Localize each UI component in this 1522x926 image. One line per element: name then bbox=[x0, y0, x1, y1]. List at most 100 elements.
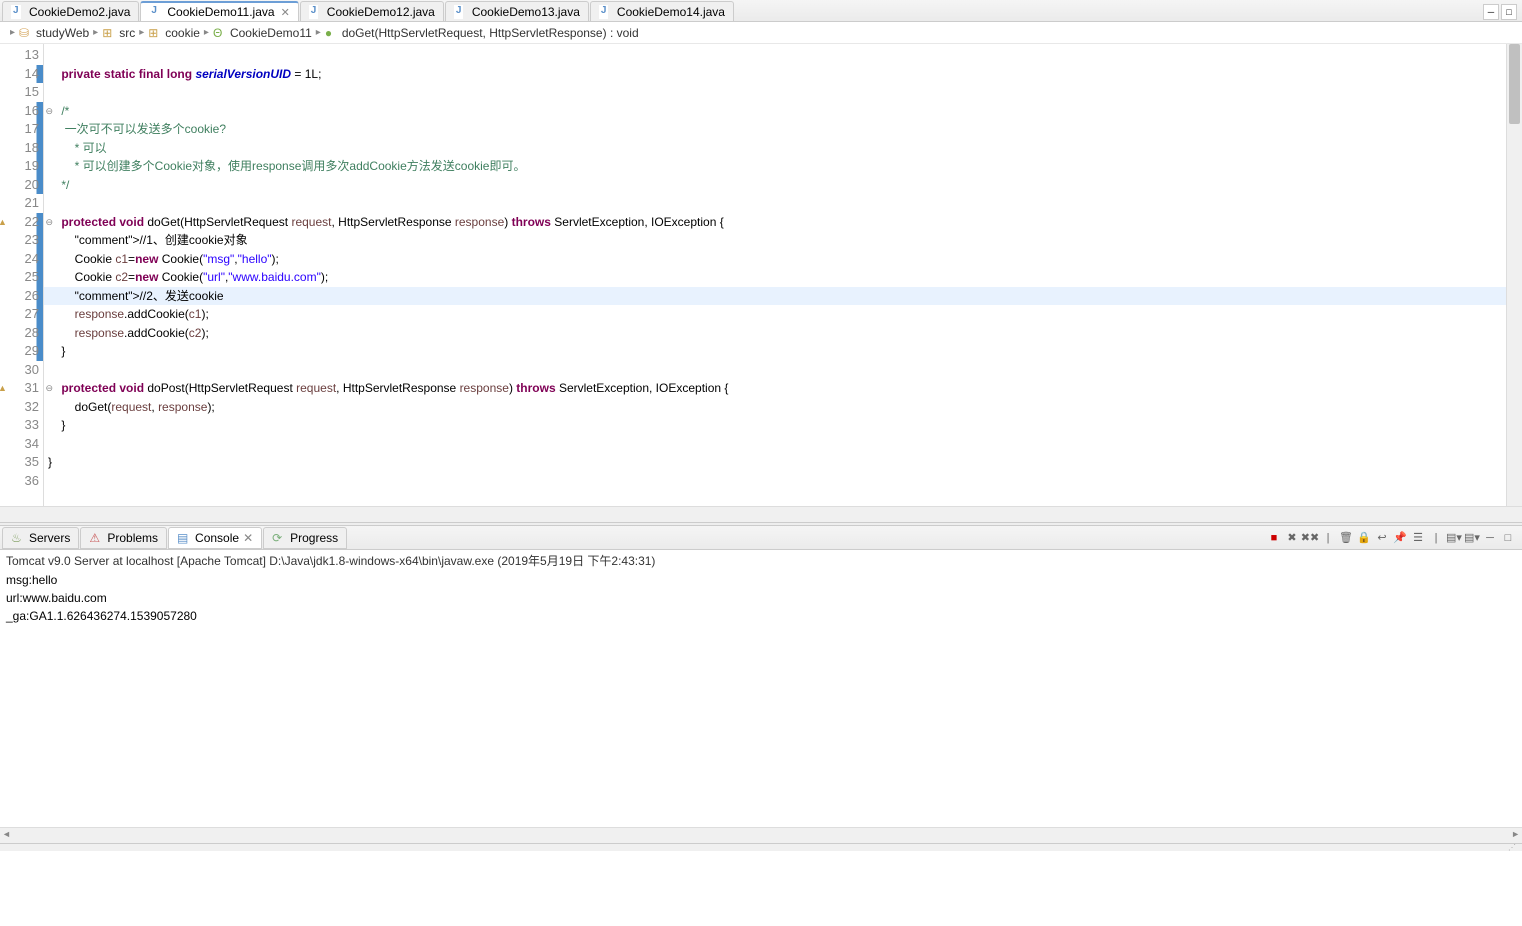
close-icon[interactable]: ✕ bbox=[281, 6, 290, 19]
console-line: msg:hello bbox=[6, 571, 1516, 589]
line-number[interactable]: 18 bbox=[0, 139, 43, 158]
fold-icon[interactable]: ⊖ bbox=[45, 379, 53, 398]
code-line[interactable]: } bbox=[44, 453, 1506, 472]
open-console-button[interactable]: ▤▾ bbox=[1446, 530, 1462, 546]
code-line[interactable]: 一次可不可以发送多个cookie? bbox=[44, 120, 1506, 139]
pin-button[interactable]: 📌 bbox=[1392, 530, 1408, 546]
tab-label: CookieDemo14.java bbox=[617, 5, 725, 19]
code-line[interactable] bbox=[44, 361, 1506, 380]
code-line[interactable]: */ bbox=[44, 176, 1506, 195]
tab-servers[interactable]: ♨ Servers bbox=[2, 527, 79, 549]
word-wrap-button[interactable]: ↩ bbox=[1374, 530, 1390, 546]
scrollbar-thumb[interactable] bbox=[1509, 44, 1520, 124]
line-number[interactable]: 14 bbox=[0, 65, 43, 84]
line-number[interactable]: 30 bbox=[0, 361, 43, 380]
fold-icon[interactable]: ⊖ bbox=[45, 213, 53, 232]
code-line[interactable]: Cookie c2=new Cookie("url","www.baidu.co… bbox=[44, 268, 1506, 287]
minimize-view-button[interactable]: ─ bbox=[1482, 530, 1498, 546]
code-line[interactable]: response.addCookie(c2); bbox=[44, 324, 1506, 343]
line-number[interactable]: 26 bbox=[0, 287, 43, 306]
line-number[interactable]: 16⊖ bbox=[0, 102, 43, 121]
console-output[interactable]: msg:hellourl:www.baidu.com_ga:GA1.1.6264… bbox=[0, 571, 1522, 827]
line-number[interactable]: 25 bbox=[0, 268, 43, 287]
code-line[interactable]: "comment">//1、创建cookie对象 bbox=[44, 231, 1506, 250]
code-line[interactable]: } bbox=[44, 342, 1506, 361]
line-number[interactable]: 17 bbox=[0, 120, 43, 139]
chevron-right-icon: ▸ bbox=[139, 27, 144, 38]
code-editor[interactable]: private static final long serialVersionU… bbox=[44, 44, 1506, 506]
remove-all-button[interactable]: ✖✖ bbox=[1302, 530, 1318, 546]
new-console-button[interactable]: ▤▾ bbox=[1464, 530, 1480, 546]
java-file-icon bbox=[454, 5, 468, 19]
line-number[interactable]: 19 bbox=[0, 157, 43, 176]
status-bar: ⋰ bbox=[0, 843, 1522, 851]
terminate-button[interactable]: ■ bbox=[1266, 530, 1282, 546]
line-number[interactable]: 35 bbox=[0, 453, 43, 472]
line-number[interactable]: 36 bbox=[0, 472, 43, 491]
line-number[interactable]: 31⊖ bbox=[0, 379, 43, 398]
maximize-editor-button[interactable]: □ bbox=[1501, 4, 1517, 20]
code-line[interactable]: * 可以创建多个Cookie对象，使用response调用多次addCookie… bbox=[44, 157, 1506, 176]
code-line[interactable] bbox=[44, 83, 1506, 102]
breadcrumb-package[interactable]: ⊞ cookie bbox=[148, 26, 200, 40]
tab-cookiedemo11[interactable]: CookieDemo11.java ✕ bbox=[140, 1, 298, 21]
line-number[interactable]: 13 bbox=[0, 46, 43, 65]
code-line[interactable] bbox=[44, 46, 1506, 65]
scroll-lock-button[interactable]: 🔒 bbox=[1356, 530, 1372, 546]
maximize-view-button[interactable]: □ bbox=[1500, 530, 1516, 546]
code-line[interactable]: private static final long serialVersionU… bbox=[44, 65, 1506, 84]
breadcrumb-class[interactable]: Θ CookieDemo11 bbox=[213, 26, 312, 40]
code-line[interactable] bbox=[44, 472, 1506, 491]
remove-launch-button[interactable]: ✖ bbox=[1284, 530, 1300, 546]
code-line[interactable]: protected void doPost(HttpServletRequest… bbox=[44, 379, 1506, 398]
code-line[interactable]: } bbox=[44, 416, 1506, 435]
tab-cookiedemo13[interactable]: CookieDemo13.java bbox=[445, 1, 589, 21]
minimize-editor-button[interactable]: ─ bbox=[1483, 4, 1499, 20]
line-number[interactable]: 22⊖ bbox=[0, 213, 43, 232]
resize-grip-icon[interactable]: ⋰ bbox=[1508, 843, 1520, 851]
clear-button[interactable]: 🗑 bbox=[1338, 530, 1354, 546]
line-number[interactable]: 32 bbox=[0, 398, 43, 417]
tab-cookiedemo12[interactable]: CookieDemo12.java bbox=[300, 1, 444, 21]
problems-icon: ⚠ bbox=[89, 531, 103, 545]
horizontal-scrollbar[interactable] bbox=[0, 506, 1522, 522]
breadcrumb-project[interactable]: ⛁ studyWeb bbox=[19, 26, 89, 40]
line-number[interactable]: 29 bbox=[0, 342, 43, 361]
code-line[interactable] bbox=[44, 435, 1506, 454]
code-line[interactable]: doGet(request, response); bbox=[44, 398, 1506, 417]
display-selected-button[interactable]: ☰ bbox=[1410, 530, 1426, 546]
line-number[interactable]: 33 bbox=[0, 416, 43, 435]
tab-cookiedemo14[interactable]: CookieDemo14.java bbox=[590, 1, 734, 21]
code-line[interactable]: * 可以 bbox=[44, 139, 1506, 158]
tab-console[interactable]: ▤ Console ✕ bbox=[168, 527, 262, 549]
vertical-scrollbar[interactable] bbox=[1506, 44, 1522, 506]
line-number[interactable]: 28 bbox=[0, 324, 43, 343]
code-line[interactable]: response.addCookie(c1); bbox=[44, 305, 1506, 324]
breadcrumb: ▸ ⛁ studyWeb ▸ ⊞ src ▸ ⊞ cookie ▸ Θ Cook… bbox=[0, 22, 1522, 44]
line-number[interactable]: 21 bbox=[0, 194, 43, 213]
breadcrumb-source[interactable]: ⊞ src bbox=[102, 26, 135, 40]
console-horizontal-scrollbar[interactable] bbox=[0, 827, 1522, 843]
line-number[interactable]: 24 bbox=[0, 250, 43, 269]
tab-progress[interactable]: ⟳ Progress bbox=[263, 527, 347, 549]
code-line[interactable] bbox=[44, 194, 1506, 213]
line-number[interactable]: 27 bbox=[0, 305, 43, 324]
line-number[interactable]: 20 bbox=[0, 176, 43, 195]
line-number[interactable]: 23 bbox=[0, 231, 43, 250]
line-number-gutter[interactable]: 13141516⊖171819202122⊖232425262728293031… bbox=[0, 44, 44, 506]
tab-problems[interactable]: ⚠ Problems bbox=[80, 527, 167, 549]
project-icon: ⛁ bbox=[19, 26, 33, 40]
code-line[interactable]: "comment">//2、发送cookie bbox=[44, 287, 1506, 306]
tab-label: Problems bbox=[107, 531, 158, 545]
console-launch-label: Tomcat v9.0 Server at localhost [Apache … bbox=[0, 550, 1522, 571]
code-line[interactable]: Cookie c1=new Cookie("msg","hello"); bbox=[44, 250, 1506, 269]
tab-label: CookieDemo12.java bbox=[327, 5, 435, 19]
close-icon[interactable]: ✕ bbox=[243, 531, 253, 545]
line-number[interactable]: 34 bbox=[0, 435, 43, 454]
tab-cookiedemo2[interactable]: CookieDemo2.java bbox=[2, 1, 139, 21]
fold-icon[interactable]: ⊖ bbox=[45, 102, 53, 121]
line-number[interactable]: 15 bbox=[0, 83, 43, 102]
code-line[interactable]: /* bbox=[44, 102, 1506, 121]
code-line[interactable]: protected void doGet(HttpServletRequest … bbox=[44, 213, 1506, 232]
breadcrumb-method[interactable]: ● doGet(HttpServletRequest, HttpServletR… bbox=[325, 26, 639, 40]
